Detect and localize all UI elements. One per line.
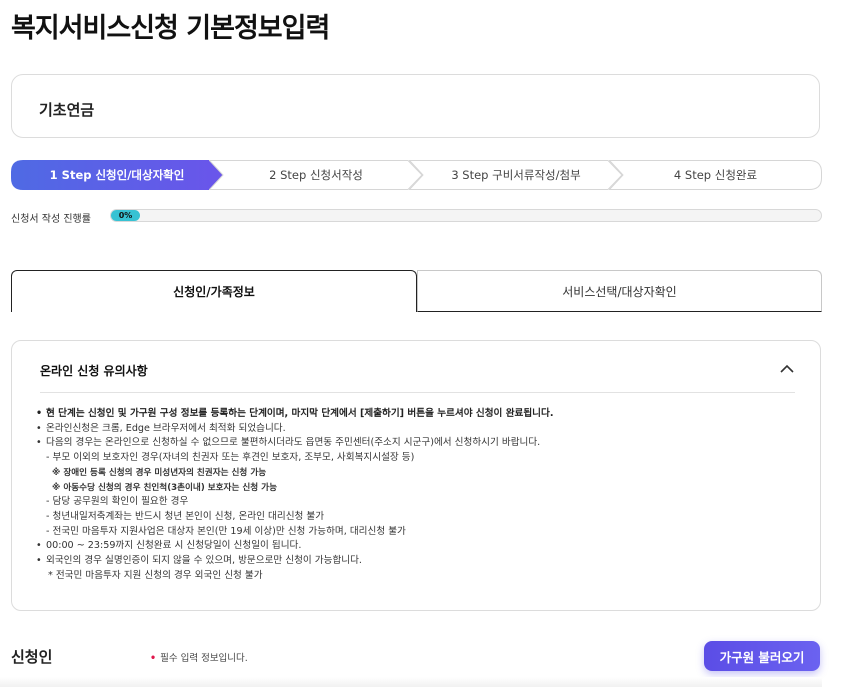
- progress-fill: 0%: [111, 210, 140, 221]
- step-3: 3 Step 구비서류작성/첨부: [409, 160, 623, 190]
- notice-list: 현 단계는 신청인 및 가구원 구성 정보를 등록하는 단계이며, 마지막 단계…: [36, 407, 806, 583]
- notice-title: 온라인 신청 유의사항: [40, 364, 148, 378]
- step-2: 2 Step 신청서작성: [209, 160, 423, 190]
- notice-line: ※ 장애인 등록 신청의 경우 미성년자의 친권자는 신청 가능: [52, 467, 267, 478]
- notice-line: ※ 아동수당 신청의 경우 친인척(3촌이내) 보호자는 신청 가능: [52, 482, 277, 493]
- step-2-label: 2 Step 신청서작성: [269, 168, 363, 182]
- step-4: 4 Step 신청완료: [609, 160, 822, 190]
- notice-line: 온라인신청은 크롬, Edge 브라우저에서 최적화 되었습니다.: [36, 422, 806, 437]
- step-indicator: 1 Step 신청인/대상자확인 2 Step 신청서작성 3 Step 구비서…: [11, 160, 822, 190]
- step-4-label: 4 Step 신청완료: [673, 168, 758, 182]
- info-tabs: 신청인/가족정보 서비스선택/대상자확인: [11, 270, 822, 312]
- notice-line: - 전국민 마음투자 지원사업은 대상자 본인(만 19세 이상)만 신청 가능…: [46, 525, 406, 537]
- progress-label: 신청서 작성 진행률: [11, 214, 91, 225]
- page-title: 복지서비스신청 기본정보입력: [11, 13, 330, 44]
- chevron-up-icon[interactable]: [779, 363, 795, 375]
- step-3-label: 3 Step 구비서류작성/첨부: [451, 168, 581, 182]
- notice-divider: [40, 392, 795, 393]
- notice-line: * 전국민 마음투자 지원 신청의 경우 외국인 신청 불가: [48, 569, 263, 581]
- bottom-shade: [0, 677, 822, 687]
- service-name-box: 기초연금: [11, 74, 820, 138]
- required-dot: •: [150, 653, 157, 664]
- load-household-button[interactable]: 가구원 불러오기: [704, 641, 820, 671]
- required-note: • 필수 입력 정보입니다.: [150, 650, 248, 664]
- tab-service-selection[interactable]: 서비스선택/대상자확인: [417, 270, 822, 312]
- tab-applicant-family[interactable]: 신청인/가족정보: [11, 270, 417, 312]
- step-1-label: 1 Step 신청인/대상자확인: [49, 168, 185, 182]
- notice-line: - 청년내일저축계좌는 반드시 청년 본인이 신청, 온라인 대리신청 불가: [46, 510, 325, 522]
- progress-value: 0%: [118, 211, 133, 220]
- notice-line: 외국인의 경우 실명인증이 되지 않을 수 있으며, 방문으로만 신청이 가능합…: [36, 554, 806, 569]
- applicant-section-title: 신청인: [11, 648, 53, 666]
- progress-row: 신청서 작성 진행률 0%: [11, 209, 822, 225]
- notice-panel: 온라인 신청 유의사항 현 단계는 신청인 및 가구원 구성 정보를 등록하는 …: [11, 340, 821, 611]
- notice-line: - 부모 이외의 보호자인 경우(자녀의 친권자 또는 후견인 보호자, 조부모…: [46, 452, 415, 464]
- notice-line: 00:00 ~ 23:59까지 신청완료 시 신청당일이 신청일이 됩니다.: [36, 539, 806, 554]
- required-note-text: 필수 입력 정보입니다.: [160, 653, 248, 664]
- step-1: 1 Step 신청인/대상자확인: [11, 160, 223, 190]
- notice-line: - 담당 공무원의 확인이 필요한 경우: [46, 496, 189, 508]
- service-name: 기초연금: [39, 101, 95, 119]
- progress-bar: 0%: [110, 209, 822, 222]
- notice-line: 현 단계는 신청인 및 가구원 구성 정보를 등록하는 단계이며, 마지막 단계…: [36, 407, 806, 422]
- notice-line: 다음의 경우는 온라인으로 신청하실 수 없으므로 불편하시더라도 읍면동 주민…: [36, 436, 806, 451]
